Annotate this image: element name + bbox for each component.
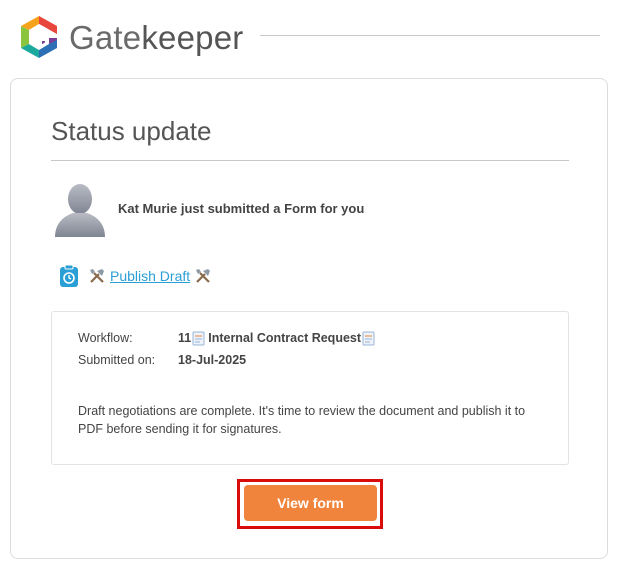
message-text: Draft negotiations are complete. It's ti… (78, 404, 526, 436)
workflow-name: Internal Contract Request (208, 331, 362, 345)
user-avatar-icon (55, 184, 105, 237)
clipboard-clock-icon (60, 264, 78, 287)
submitted-row: Submitted on: 18-Jul-2025 (78, 351, 246, 369)
document-icon (362, 331, 375, 345)
details-panel: Workflow: 11 Internal Contract Request S… (51, 311, 569, 465)
tools-icon (90, 269, 104, 283)
publish-draft-link[interactable]: Publish Draft (110, 268, 190, 284)
workflow-number: 11 (178, 331, 192, 345)
status-card: Status update Kat Murie just submitted a… (10, 78, 608, 559)
brand-keeper: keeper (141, 19, 244, 56)
submitted-label: Submitted on: (78, 353, 156, 367)
brand-name: Gatekeeper (69, 18, 243, 58)
document-icon (192, 331, 205, 345)
view-form-button[interactable]: View form (244, 485, 377, 521)
brand-gate: Gate (69, 19, 142, 56)
page-title: Status update (51, 116, 212, 146)
workflow-row: Workflow: 11 Internal Contract Request (78, 329, 378, 347)
gatekeeper-logo-icon (21, 16, 57, 58)
workflow-label: Workflow: (78, 331, 133, 345)
submitter-message: Kat Murie just submitted a Form for you (118, 201, 365, 216)
workflow-value: 11 Internal Contract Request (178, 331, 378, 346)
submitted-date: 18-Jul-2025 (178, 353, 247, 367)
tools-icon (196, 269, 211, 283)
header-divider (260, 35, 600, 36)
task-row: Publish Draft (59, 263, 212, 289)
email-header: Gatekeeper (0, 0, 620, 72)
title-divider (51, 160, 569, 161)
